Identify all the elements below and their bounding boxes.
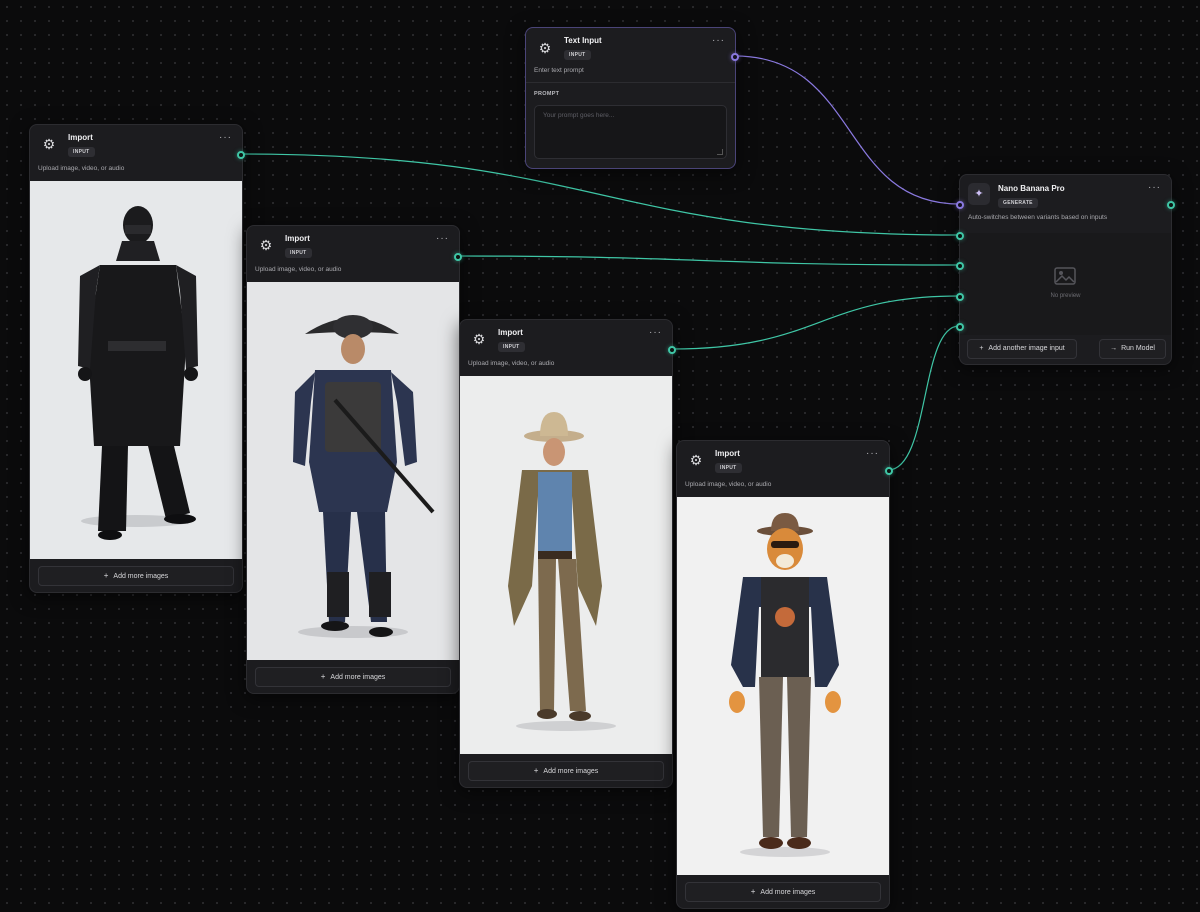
more-menu-icon[interactable]: ··· [649, 327, 662, 338]
prompt-placeholder: Your prompt goes here... [543, 112, 615, 119]
add-more-label: Add more images [760, 889, 816, 896]
node-header: ⚙ Import INPUT ··· [247, 226, 459, 264]
gear-icon: ⚙ [472, 331, 486, 347]
add-more-label: Add more images [113, 573, 169, 580]
add-more-images-button[interactable]: + Add more images [468, 761, 664, 781]
add-more-label: Add more images [330, 674, 386, 681]
image-input-port-4[interactable] [956, 323, 964, 331]
image-preview[interactable] [30, 181, 242, 559]
output-preview: No preview [960, 233, 1171, 335]
node-badge: GENERATE [998, 198, 1038, 208]
gear-icon: ⚙ [538, 40, 552, 56]
output-port[interactable] [731, 53, 739, 61]
add-input-label: Add another image input [988, 345, 1065, 352]
more-menu-icon[interactable]: ··· [866, 448, 879, 459]
sparkle-icon: ✦ [968, 183, 990, 205]
prompt-label: PROMPT [534, 91, 560, 97]
node-badge: INPUT [498, 342, 525, 352]
wire-import2-to-nano [457, 255, 960, 266]
node-title: Text Input [564, 36, 602, 45]
node-badge: INPUT [564, 50, 591, 60]
node-title: Import [68, 133, 93, 142]
output-port[interactable] [237, 151, 245, 159]
wire-import3-to-nano [671, 295, 960, 350]
node-description: Upload image, video, or audio [255, 266, 342, 273]
image-preview[interactable] [460, 376, 672, 754]
node-badge: INPUT [285, 248, 312, 258]
image-preview[interactable] [247, 282, 459, 660]
add-more-images-button[interactable]: + Add more images [38, 566, 234, 586]
node-badge: INPUT [68, 147, 95, 157]
node-description: Upload image, video, or audio [468, 360, 555, 367]
node-title: Nano Banana Pro [998, 184, 1065, 193]
gear-icon: ⚙ [42, 136, 56, 152]
node-header: ⚙ Import INPUT ··· [460, 320, 672, 358]
more-menu-icon[interactable]: ··· [1148, 182, 1161, 193]
text-input-node[interactable]: ⚙ Text Input INPUT ··· Enter text prompt… [525, 27, 739, 169]
wire-import4-to-nano [887, 325, 960, 471]
import-node-3[interactable]: ⚙ Import INPUT ··· Upload image, video, … [459, 319, 676, 788]
node-description: Upload image, video, or audio [38, 165, 125, 172]
node-description: Enter text prompt [534, 67, 584, 74]
plus-icon: + [750, 887, 756, 896]
node-header: ⚙ Import INPUT ··· [30, 125, 242, 163]
image-placeholder-icon [1054, 267, 1076, 285]
add-more-images-button[interactable]: + Add more images [685, 882, 881, 902]
node-description: Upload image, video, or audio [685, 481, 772, 488]
import-node-1[interactable]: ⚙ Import INPUT ··· Upload image, video, … [29, 124, 245, 593]
wire-text-to-nano [734, 55, 960, 205]
output-port[interactable] [1167, 201, 1175, 209]
node-badge: INPUT [715, 463, 742, 473]
image-input-port-3[interactable] [956, 293, 964, 301]
nano-banana-node[interactable]: ✦ Nano Banana Pro GENERATE ··· Auto-swit… [956, 174, 1175, 365]
plus-icon: + [533, 766, 539, 775]
node-title: Import [285, 234, 310, 243]
node-header: ⚙ Import INPUT ··· [677, 441, 889, 479]
node-header: ⚙ Text Input INPUT ··· [526, 28, 735, 60]
run-model-button[interactable]: → Run Model [1099, 339, 1166, 359]
plus-icon: + [320, 672, 326, 681]
no-preview-text: No preview [1050, 293, 1081, 299]
prompt-textarea[interactable]: Your prompt goes here... [534, 105, 727, 159]
plus-icon: + [103, 571, 109, 580]
more-menu-icon[interactable]: ··· [219, 132, 232, 143]
image-input-port-2[interactable] [956, 262, 964, 270]
import-node-2[interactable]: ⚙ Import INPUT ··· Upload image, video, … [246, 225, 462, 694]
gear-icon: ⚙ [689, 452, 703, 468]
node-description: Auto-switches between variants based on … [968, 214, 1108, 221]
gear-icon: ⚙ [259, 237, 273, 253]
more-menu-icon[interactable]: ··· [436, 233, 449, 244]
add-more-images-button[interactable]: + Add more images [255, 667, 451, 687]
divider [526, 82, 735, 83]
image-input-port-1[interactable] [956, 232, 964, 240]
output-port[interactable] [885, 467, 893, 475]
add-image-input-button[interactable]: + Add another image input [967, 339, 1077, 359]
import-node-4[interactable]: ⚙ Import INPUT ··· Upload image, video, … [676, 440, 893, 909]
arrow-right-icon: → [1110, 345, 1118, 352]
node-title: Import [715, 449, 740, 458]
add-more-label: Add more images [543, 768, 599, 775]
prompt-input-port[interactable] [956, 201, 964, 209]
resize-handle-icon[interactable] [717, 149, 723, 155]
output-port[interactable] [668, 346, 676, 354]
node-title: Import [498, 328, 523, 337]
plus-icon: + [979, 345, 984, 352]
image-preview[interactable] [677, 497, 889, 875]
output-port[interactable] [454, 253, 462, 261]
more-menu-icon[interactable]: ··· [712, 35, 725, 46]
run-label: Run Model [1121, 345, 1155, 352]
